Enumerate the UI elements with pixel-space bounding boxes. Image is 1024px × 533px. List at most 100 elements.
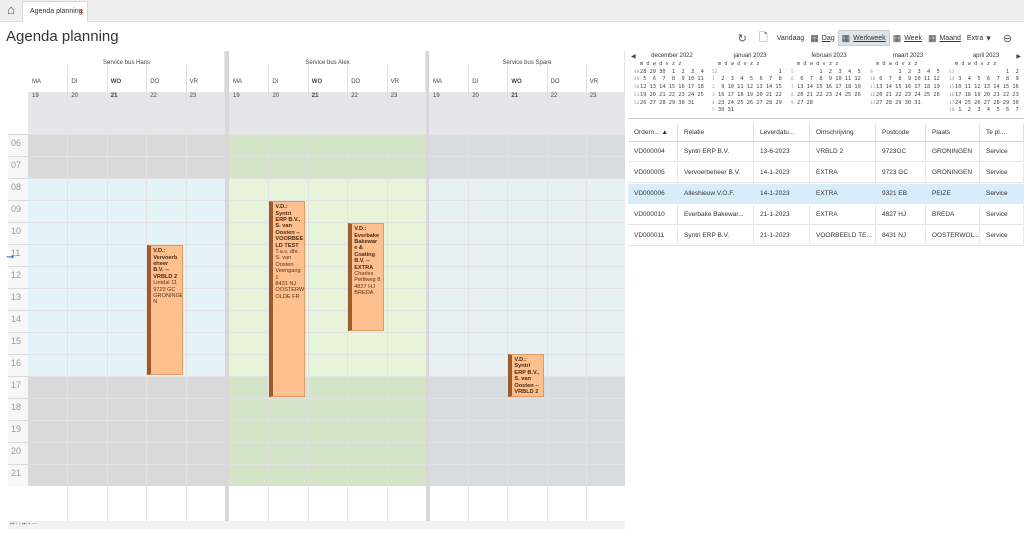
time-slot[interactable] (429, 398, 625, 420)
mini-month-row[interactable]: 23 24 25 26 27 28 29 (718, 100, 782, 108)
time-slot[interactable] (28, 288, 225, 310)
appointment[interactable]: V.D.: Vervoerb eheer B.V. -- VRBLD 2 Lint… (147, 245, 183, 375)
date-label[interactable]: 19 (233, 93, 240, 99)
date-label[interactable]: 19 (32, 93, 39, 99)
mini-month-row[interactable]: 26 27 28 29 30 31 (640, 100, 694, 108)
time-slot[interactable] (429, 464, 625, 486)
mini-month-row[interactable]: 12 13 14 15 16 17 18 (640, 84, 704, 92)
table-row[interactable]: VD000011 Syntri ERP B.V. 21-1-2023 VOORBEEL… (628, 226, 1024, 246)
time-slot[interactable] (28, 178, 225, 200)
time-slot[interactable] (429, 310, 625, 332)
time-slot[interactable] (229, 420, 426, 442)
mini-month-row[interactable]: 6 7 8 9 10 11 12 (797, 76, 861, 84)
date-label[interactable]: 22 (551, 93, 558, 99)
time-slot[interactable] (28, 354, 225, 376)
tab-agenda-planning[interactable]: Agenda planning × (22, 1, 88, 22)
mini-month-row[interactable]: m d w d v z z (640, 61, 681, 69)
day-label[interactable]: VR (391, 79, 399, 85)
time-slot[interactable] (229, 178, 426, 200)
mini-month-row[interactable]: 9 10 11 12 13 14 15 (718, 84, 782, 92)
time-slot[interactable] (429, 288, 625, 310)
day-label[interactable]: DO (150, 79, 159, 85)
column-header[interactable]: Omschrijving (810, 124, 876, 142)
time-slot[interactable] (429, 332, 625, 354)
mini-month-row[interactable]: m d w d v z z (876, 61, 917, 69)
day-label[interactable]: DI (272, 79, 278, 85)
date-label[interactable]: 21 (511, 93, 518, 99)
appointment[interactable]: V.D.: Syntri ERP B.V., S. van Oosten -- … (269, 201, 305, 397)
export-button[interactable]: 🗋 (753, 30, 774, 46)
time-slot[interactable] (229, 442, 426, 464)
day-label[interactable]: VR (190, 79, 198, 85)
date-label[interactable]: 20 (71, 93, 78, 99)
time-slot[interactable] (229, 288, 426, 310)
mini-month-title[interactable]: maart 2023 (870, 53, 946, 59)
mini-month-row[interactable]: 1 (718, 69, 782, 77)
mini-month-title[interactable]: januari 2023 (712, 53, 788, 59)
time-slot[interactable] (28, 464, 225, 486)
time-slot[interactable] (28, 310, 225, 332)
mini-month-row[interactable]: 1 2 3 4 5 (876, 69, 939, 77)
day-label[interactable]: DO (551, 79, 560, 85)
table-row[interactable]: VD000010 Everbake Bakewar... 21-1-2023 EXTR… (628, 205, 1024, 225)
column-header[interactable]: Ordern... ▲ (628, 124, 678, 142)
mini-month-row[interactable]: 20 21 22 23 24 25 26 (797, 92, 861, 100)
day-label[interactable]: MA (233, 79, 242, 85)
time-slot[interactable] (229, 134, 426, 156)
appointment[interactable]: V.D.: Syntri ERP B.V., S. van Oosten -- … (508, 354, 544, 397)
date-label[interactable]: 22 (351, 93, 358, 99)
time-slot[interactable] (229, 222, 426, 244)
mini-month-row[interactable]: m d w d v z z (718, 61, 759, 69)
time-slot[interactable] (28, 266, 225, 288)
day-view-button[interactable]: ▦ Dag (807, 30, 837, 46)
mini-month-row[interactable]: 3 4 5 6 7 8 9 (955, 76, 1019, 84)
extra-menu-button[interactable]: Extra ▾ (964, 30, 997, 46)
time-slot[interactable] (429, 420, 625, 442)
day-label[interactable]: DO (351, 79, 360, 85)
date-label[interactable]: 22 (150, 93, 157, 99)
scheduler-navigation[interactable]: ⏮ ‹ › ⏭ + — (8, 521, 625, 529)
appointment[interactable]: V.D.: Everbake Bakewar e & Coating B.V. … (348, 223, 384, 331)
time-slot[interactable] (429, 200, 625, 222)
time-slot[interactable] (28, 442, 225, 464)
time-slot[interactable] (429, 442, 625, 464)
mini-month-row[interactable]: 1 2 3 4 5 6 7 (955, 107, 1019, 115)
mini-month-row[interactable]: 2 3 4 5 6 7 8 (718, 76, 782, 84)
mini-month-row[interactable]: 19 20 21 22 23 24 25 (640, 92, 704, 100)
mini-month-row[interactable]: 24 25 26 27 28 29 30 (955, 100, 1019, 108)
time-slot[interactable] (229, 332, 426, 354)
mini-month-row[interactable]: 16 17 18 19 20 21 22 (718, 92, 782, 100)
time-slot[interactable] (429, 222, 625, 244)
time-slot[interactable] (28, 332, 225, 354)
date-label[interactable]: 20 (472, 93, 479, 99)
time-slot[interactable] (229, 398, 426, 420)
mini-month-row[interactable]: 1 2 3 4 5 (797, 69, 860, 77)
mini-month-row[interactable]: 27 28 29 30 31 (876, 100, 921, 108)
column-header[interactable]: Plaats (926, 124, 980, 142)
time-slot[interactable] (229, 200, 426, 222)
day-label[interactable]: WO (511, 79, 521, 85)
time-slot[interactable] (229, 266, 426, 288)
day-label[interactable]: DI (472, 79, 478, 85)
today-button[interactable]: Vandaag (774, 30, 808, 46)
mini-month-row[interactable]: 13 14 15 16 17 18 19 (876, 84, 940, 92)
mini-month-row[interactable]: 27 28 (797, 100, 813, 108)
column-header[interactable]: Leverdatu... (754, 124, 810, 142)
mini-month-title[interactable]: december 2022 (634, 53, 710, 59)
time-slot[interactable] (28, 200, 225, 222)
time-slot[interactable] (229, 376, 426, 398)
mini-month-row[interactable]: 5 6 7 8 9 10 11 (640, 76, 704, 84)
time-slot[interactable] (429, 266, 625, 288)
time-slot[interactable] (28, 134, 225, 156)
mini-month-row[interactable]: 30 31 (718, 107, 734, 115)
time-slot[interactable] (28, 222, 225, 244)
time-slot[interactable] (229, 354, 426, 376)
table-row[interactable]: VD000005 Vervoerbeheer B.V. 14-1-2023 EXTRA… (628, 163, 1024, 183)
time-slot[interactable] (229, 156, 426, 178)
close-icon[interactable]: × (79, 2, 84, 22)
mini-month-row[interactable]: 13 14 15 16 17 18 19 (797, 84, 861, 92)
day-label[interactable]: DI (71, 79, 77, 85)
mini-month-row[interactable]: m d w d v z z (797, 61, 838, 69)
time-slot[interactable] (229, 244, 426, 266)
date-label[interactable]: 23 (590, 93, 597, 99)
